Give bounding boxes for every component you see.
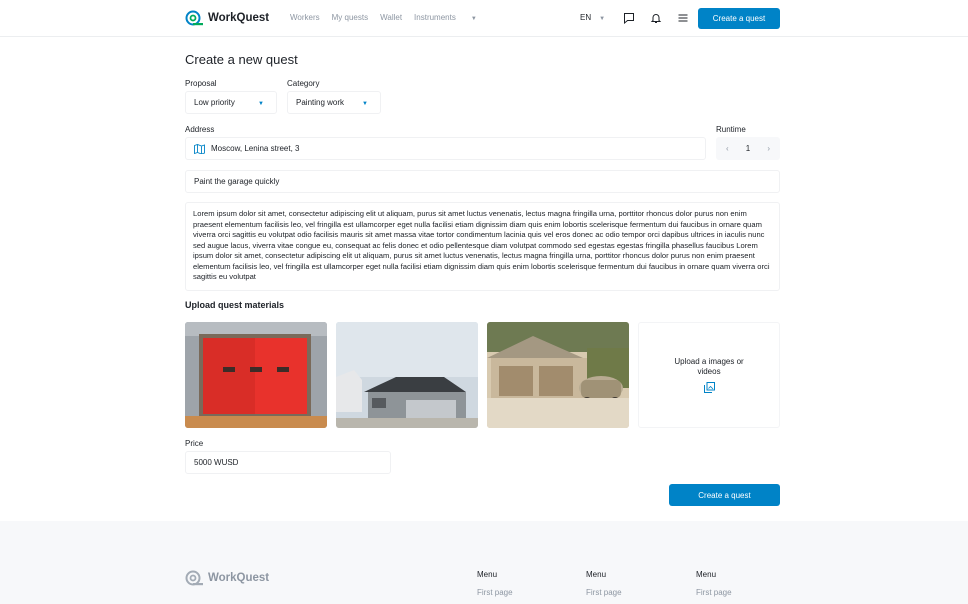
category-select[interactable]: Painting work ▼ xyxy=(287,91,381,114)
main-nav: Workers My quests Wallet Instruments ▼ xyxy=(290,13,501,22)
footer-column-heading: Menu xyxy=(586,570,607,579)
address-input[interactable]: Moscow, Lenina street, 3 xyxy=(185,137,706,160)
bell-icon[interactable] xyxy=(650,12,662,24)
proposal-value: Low priority xyxy=(194,98,235,107)
red-garage-image xyxy=(185,322,327,428)
footer-column-1: Menu First page xyxy=(477,570,513,597)
workquest-logo-icon xyxy=(185,10,203,26)
footer-column-heading: Menu xyxy=(696,570,717,579)
chevron-down-icon: ▼ xyxy=(599,16,606,22)
chat-icon[interactable] xyxy=(623,12,635,24)
chevron-right-icon[interactable]: › xyxy=(767,144,770,153)
price-label: Price xyxy=(185,439,204,448)
chevron-down-icon: ▼ xyxy=(470,16,477,22)
category-value: Painting work xyxy=(296,98,345,107)
upload-dropzone[interactable]: Upload a images or videos xyxy=(638,322,780,428)
upload-text: Upload a images or videos xyxy=(674,357,744,376)
material-image-red-garage[interactable] xyxy=(185,322,327,428)
quest-title-input[interactable]: Paint the garage quickly xyxy=(185,170,780,193)
material-image-garage-car[interactable] xyxy=(487,322,629,428)
footer-brand-name: WorkQuest xyxy=(208,572,270,584)
footer-link[interactable]: First page xyxy=(696,588,732,597)
runtime-label: Runtime xyxy=(716,125,746,134)
description-textarea[interactable]: Lorem ipsum dolor sit amet, consectetur … xyxy=(185,202,780,291)
runtime-value[interactable]: 1 xyxy=(746,144,750,153)
nav-workers[interactable]: Workers xyxy=(290,13,320,22)
brand-name: WorkQuest xyxy=(208,12,270,24)
footer-column-3: Menu First page xyxy=(696,570,732,597)
map-icon xyxy=(194,143,205,154)
nav-wallet[interactable]: Wallet xyxy=(380,13,402,22)
runtime-stepper: ‹ 1 › xyxy=(716,137,780,160)
chevron-left-icon[interactable]: ‹ xyxy=(726,144,729,153)
footer: WorkQuest Menu First page Menu First pag… xyxy=(0,521,968,604)
price-value: 5000 WUSD xyxy=(194,458,239,467)
menu-icon[interactable] xyxy=(677,12,689,24)
header-create-quest-button[interactable]: Create a quest xyxy=(698,8,780,29)
footer-column-heading: Menu xyxy=(477,570,498,579)
category-label: Category xyxy=(287,79,320,88)
language-select[interactable]: EN ▼ xyxy=(580,13,605,22)
address-label: Address xyxy=(185,125,215,134)
page-title: Create a new quest xyxy=(185,52,298,67)
address-value: Moscow, Lenina street, 3 xyxy=(211,144,300,153)
materials-title: Upload quest materials xyxy=(185,300,285,310)
footer-column-2: Menu First page xyxy=(586,570,622,597)
nav-my-quests[interactable]: My quests xyxy=(332,13,368,22)
chevron-down-icon: ▼ xyxy=(362,101,368,107)
house-image xyxy=(336,322,478,428)
garage-car-image xyxy=(487,322,629,428)
proposal-label: Proposal xyxy=(185,79,217,88)
top-header: WorkQuest Workers My quests Wallet Instr… xyxy=(0,0,968,37)
brand-logo[interactable]: WorkQuest xyxy=(185,10,269,26)
gallery-icon xyxy=(703,382,715,393)
workquest-logo-icon xyxy=(185,570,203,586)
material-image-house[interactable] xyxy=(336,322,478,428)
language-label: EN xyxy=(580,13,592,22)
nav-instruments-label: Instruments xyxy=(414,13,456,22)
footer-link[interactable]: First page xyxy=(477,588,513,597)
nav-instruments[interactable]: Instruments ▼ xyxy=(414,13,489,22)
chevron-down-icon: ▼ xyxy=(258,101,264,107)
footer-brand-logo[interactable]: WorkQuest xyxy=(185,570,269,586)
footer-link[interactable]: First page xyxy=(586,588,622,597)
quest-title-value: Paint the garage quickly xyxy=(194,177,280,186)
submit-create-quest-button[interactable]: Create a quest xyxy=(669,484,780,506)
proposal-select[interactable]: Low priority ▼ xyxy=(185,91,277,114)
price-input[interactable]: 5000 WUSD xyxy=(185,451,391,474)
